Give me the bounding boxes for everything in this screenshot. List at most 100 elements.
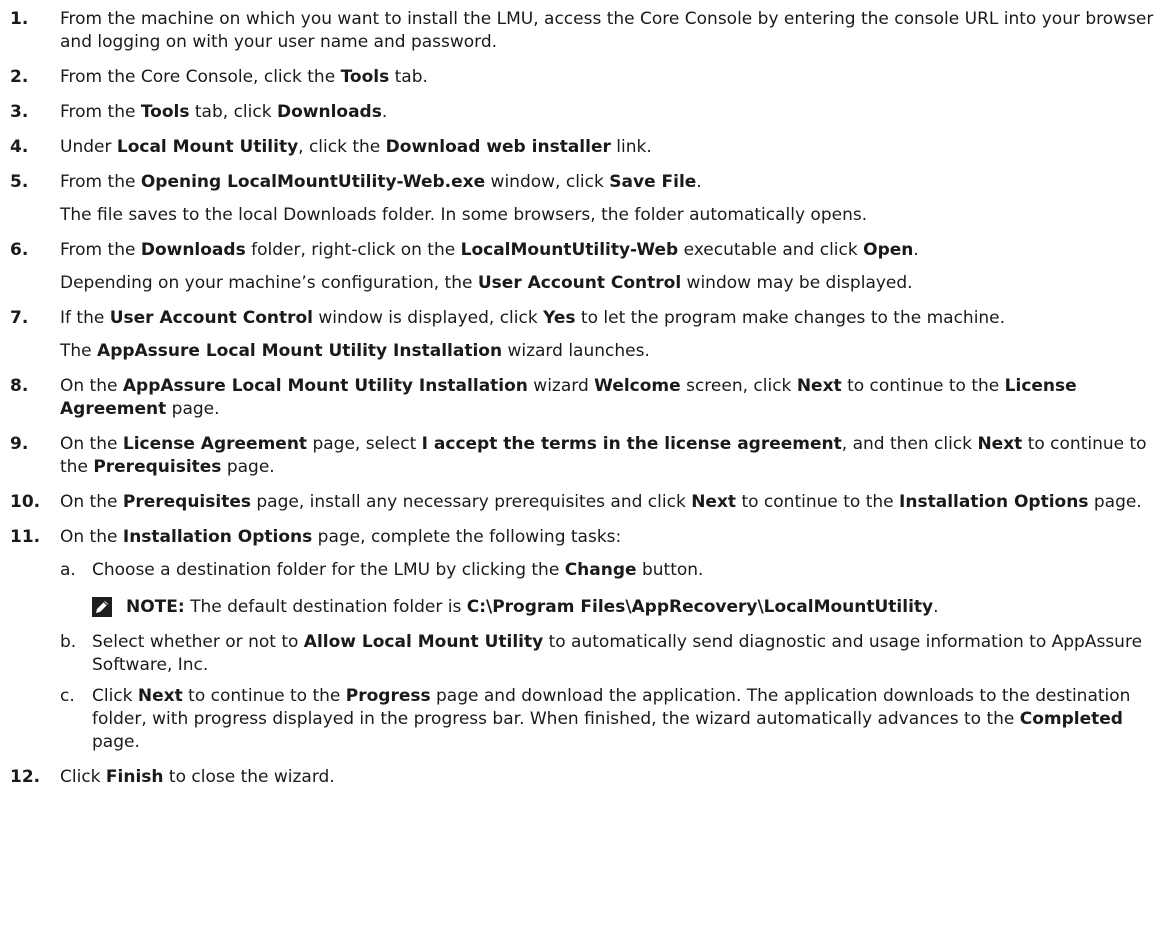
step-text: If the User Account Control window is di… (60, 307, 1158, 330)
bold-text: AppAssure Local Mount Utility Installati… (97, 341, 503, 361)
list-item: 8. On the AppAssure Local Mount Utility I… (10, 375, 1158, 421)
bold-text: LocalMountUtility-Web (460, 240, 679, 260)
text-run: to continue to the (736, 492, 900, 512)
text-run: page. (1088, 492, 1142, 512)
document-page: 1. From the machine on which you want to … (0, 0, 1162, 941)
bold-text: Downloads (140, 240, 246, 260)
substep-letter: c. (60, 686, 75, 706)
step-number: 7. (10, 308, 29, 328)
step-text: On the AppAssure Local Mount Utility Ins… (60, 375, 1158, 421)
text-run: Depending on your machine’s configuratio… (60, 273, 478, 293)
text-run: , click the (298, 137, 386, 157)
text-run: button. (636, 560, 704, 580)
step-number: 10. (10, 492, 41, 512)
substep-list: a. Choose a destination folder for the LM… (60, 559, 1158, 754)
text-run: From the (60, 240, 141, 260)
substep-item: a. Choose a destination folder for the LM… (60, 559, 1158, 619)
step-text: From the machine on which you want to in… (60, 8, 1158, 54)
list-item: 11. On the Installation Options page, com… (10, 526, 1158, 754)
step-text: From the Tools tab, click Downloads. (60, 101, 1158, 124)
bold-text: Open (863, 240, 914, 260)
bold-text: Next (137, 686, 183, 706)
text-run: window is displayed, click (313, 308, 544, 328)
bold-text: Next (977, 434, 1023, 454)
list-item: 2. From the Core Console, click the Tools… (10, 66, 1158, 89)
text-run: On the (60, 434, 123, 454)
text-run: page, select (307, 434, 422, 454)
step-number: 2. (10, 67, 29, 87)
bold-text: Next (796, 376, 842, 396)
bold-text: License Agreement (122, 434, 308, 454)
bold-text: Prerequisites (122, 492, 251, 512)
text-run: to continue to the (182, 686, 346, 706)
list-item: 3. From the Tools tab, click Downloads. (10, 101, 1158, 124)
list-item: 4. Under Local Mount Utility, click the D… (10, 136, 1158, 159)
list-item: 7. If the User Account Control window is … (10, 307, 1158, 363)
bold-text: Local Mount Utility (116, 137, 299, 157)
bold-text: I accept the terms in the license agreem… (421, 434, 842, 454)
text-run: Under (60, 137, 117, 157)
text-run: On the (60, 492, 123, 512)
step-text: Under Local Mount Utility, click the Dow… (60, 136, 1158, 159)
text-run: On the (60, 527, 123, 547)
substep-text: Click Next to continue to the Progress p… (92, 685, 1158, 754)
text-run: From the Core Console, click the (60, 67, 341, 87)
step-text: From the Opening LocalMountUtility-Web.e… (60, 171, 1158, 194)
step-result-text: Depending on your machine’s configuratio… (60, 272, 1158, 295)
step-number: 4. (10, 137, 29, 157)
text-run: From the (60, 172, 141, 192)
bold-text: Progress (345, 686, 431, 706)
bold-text: Finish (105, 767, 164, 787)
text-run: . (381, 102, 388, 122)
bold-text: Opening LocalMountUtility-Web.exe (140, 172, 486, 192)
step-number: 1. (10, 9, 29, 29)
text-run: Choose a destination folder for the LMU … (92, 560, 565, 580)
substep-text: Select whether or not to Allow Local Mou… (92, 631, 1158, 677)
list-item: 9. On the License Agreement page, select … (10, 433, 1158, 479)
bold-text: Download web installer (385, 137, 611, 157)
step-text: On the Installation Options page, comple… (60, 526, 1158, 549)
text-run: . (696, 172, 702, 192)
text-run: wizard (527, 376, 595, 396)
step-text: From the Downloads folder, right-click o… (60, 239, 1158, 262)
text-run: . (933, 597, 939, 617)
text-run: page. (92, 732, 140, 752)
bold-text: NOTE: (126, 597, 185, 617)
text-run: executable and click (678, 240, 864, 260)
text-run: window may be displayed. (681, 273, 913, 293)
bold-text: AppAssure Local Mount Utility Installati… (122, 376, 528, 396)
text-run: . (913, 240, 919, 260)
text-run: The default destination folder is (184, 597, 467, 617)
substep-letter: a. (60, 560, 76, 580)
note-callout: NOTE: The default destination folder is … (92, 596, 1158, 619)
text-run: to continue to the (841, 376, 1005, 396)
text-run: screen, click (680, 376, 797, 396)
step-number: 8. (10, 376, 29, 396)
list-item: 1. From the machine on which you want to … (10, 8, 1158, 54)
bold-text: Welcome (594, 376, 681, 396)
text-run: On the (60, 376, 123, 396)
installation-steps-list: 1. From the machine on which you want to … (10, 8, 1158, 801)
substep-item: b. Select whether or not to Allow Local M… (60, 631, 1158, 677)
list-item: 5. From the Opening LocalMountUtility-Web… (10, 171, 1158, 227)
text-run: to close the wizard. (163, 767, 335, 787)
bold-text: Prerequisites (93, 457, 222, 477)
text-run: If the (60, 308, 110, 328)
note-text: NOTE: The default destination folder is … (126, 596, 1158, 619)
text-run: , and then click (841, 434, 978, 454)
step-number: 12. (10, 767, 41, 787)
bold-text: Installation Options (122, 527, 313, 547)
substep-item: c. Click Next to continue to the Progress… (60, 685, 1158, 754)
bold-text: Installation Options (899, 492, 1089, 512)
bold-text: Allow Local Mount Utility (303, 632, 544, 652)
text-run: tab. (389, 67, 428, 87)
text-run: The (60, 341, 98, 361)
step-text: On the Prerequisites page, install any n… (60, 491, 1158, 514)
text-run: to let the program make changes to the m… (575, 308, 1006, 328)
substep-text: Choose a destination folder for the LMU … (92, 559, 1158, 582)
list-item: 6. From the Downloads folder, right-click… (10, 239, 1158, 295)
text-run: link. (610, 137, 652, 157)
step-result-text: The file saves to the local Downloads fo… (60, 204, 1158, 227)
text-run: folder, right-click on the (245, 240, 461, 260)
text-run: The file saves to the local Downloads fo… (60, 205, 868, 225)
